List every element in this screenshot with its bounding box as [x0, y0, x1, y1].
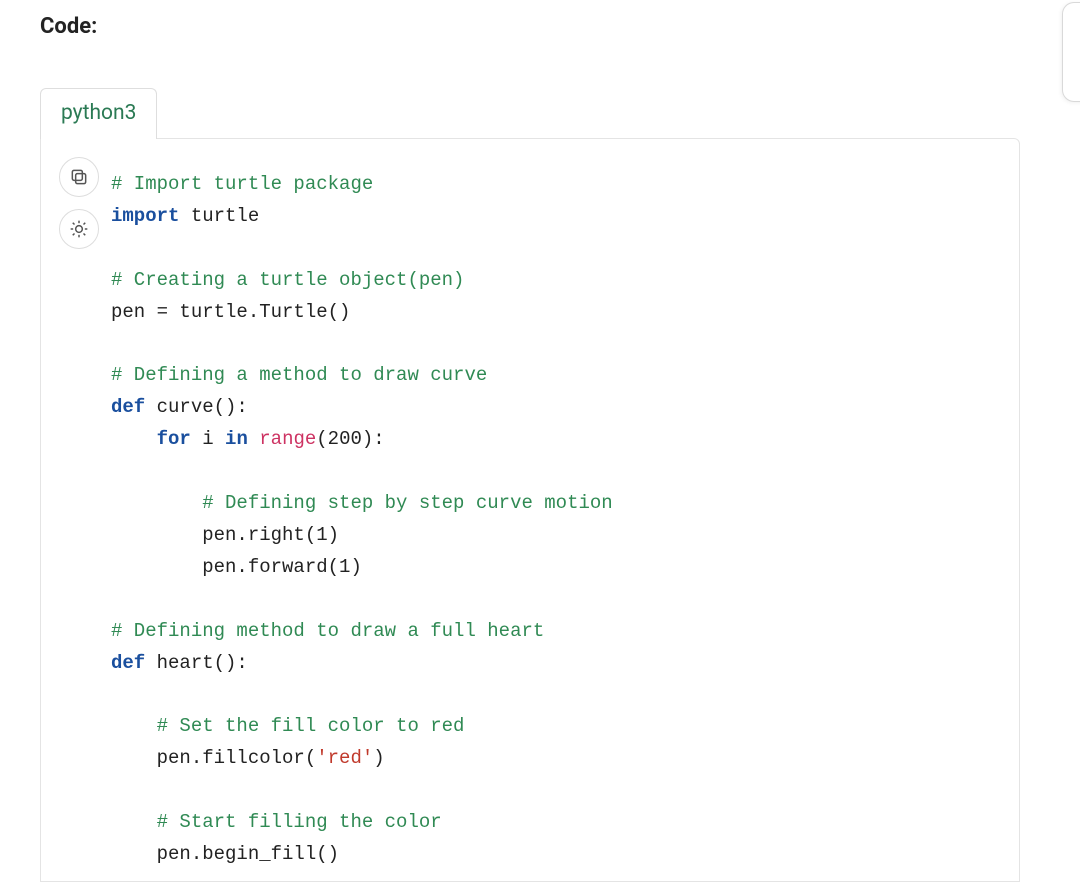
- copy-button[interactable]: [59, 157, 99, 197]
- copy-icon: [69, 167, 89, 187]
- theme-toggle-button[interactable]: [59, 209, 99, 249]
- code-line: # Creating a turtle object(pen): [111, 269, 464, 291]
- code-indent: [111, 715, 157, 737]
- code-token: def: [111, 652, 145, 674]
- code-token: ): [373, 747, 384, 769]
- code-indent: [111, 556, 202, 578]
- code-line: # Defining step by step curve motion: [202, 492, 612, 514]
- code-indent: [111, 843, 157, 865]
- side-floating-panel[interactable]: [1062, 2, 1080, 102]
- code-token: import: [111, 205, 179, 227]
- code-token: range: [259, 428, 316, 450]
- code-indent: [111, 747, 157, 769]
- code-token: curve():: [145, 396, 248, 418]
- code-line: # Import turtle package: [111, 173, 373, 195]
- code-token: [248, 428, 259, 450]
- code-line: # Set the fill color to red: [157, 715, 465, 737]
- code-indent: [111, 811, 157, 833]
- code-token: for: [157, 428, 191, 450]
- code-line: # Defining method to draw a full heart: [111, 620, 544, 642]
- code-action-buttons: [59, 157, 99, 249]
- code-token: in: [225, 428, 248, 450]
- code-indent: [111, 524, 202, 546]
- code-token: heart():: [145, 652, 248, 674]
- code-line: pen.right(1): [202, 524, 339, 546]
- code-token: turtle: [179, 205, 259, 227]
- code-listing[interactable]: # Import turtle package import turtle # …: [111, 169, 999, 871]
- code-heading: Code:: [40, 14, 1020, 39]
- code-token: def: [111, 396, 145, 418]
- code-token: pen.fillcolor(: [157, 747, 317, 769]
- code-line: pen = turtle.Turtle(): [111, 301, 350, 323]
- code-token: i: [191, 428, 225, 450]
- sun-icon: [69, 219, 89, 239]
- code-panel: # Import turtle package import turtle # …: [40, 138, 1020, 882]
- code-line: # Defining a method to draw curve: [111, 364, 487, 386]
- code-indent: [111, 492, 202, 514]
- language-tabs: python3: [40, 87, 1020, 138]
- code-line: pen.begin_fill(): [157, 843, 339, 865]
- code-token: 'red': [316, 747, 373, 769]
- code-indent: [111, 428, 157, 450]
- tab-python3[interactable]: python3: [40, 88, 157, 139]
- code-token: (200):: [316, 428, 384, 450]
- code-line: # Start filling the color: [157, 811, 442, 833]
- code-line: pen.forward(1): [202, 556, 362, 578]
